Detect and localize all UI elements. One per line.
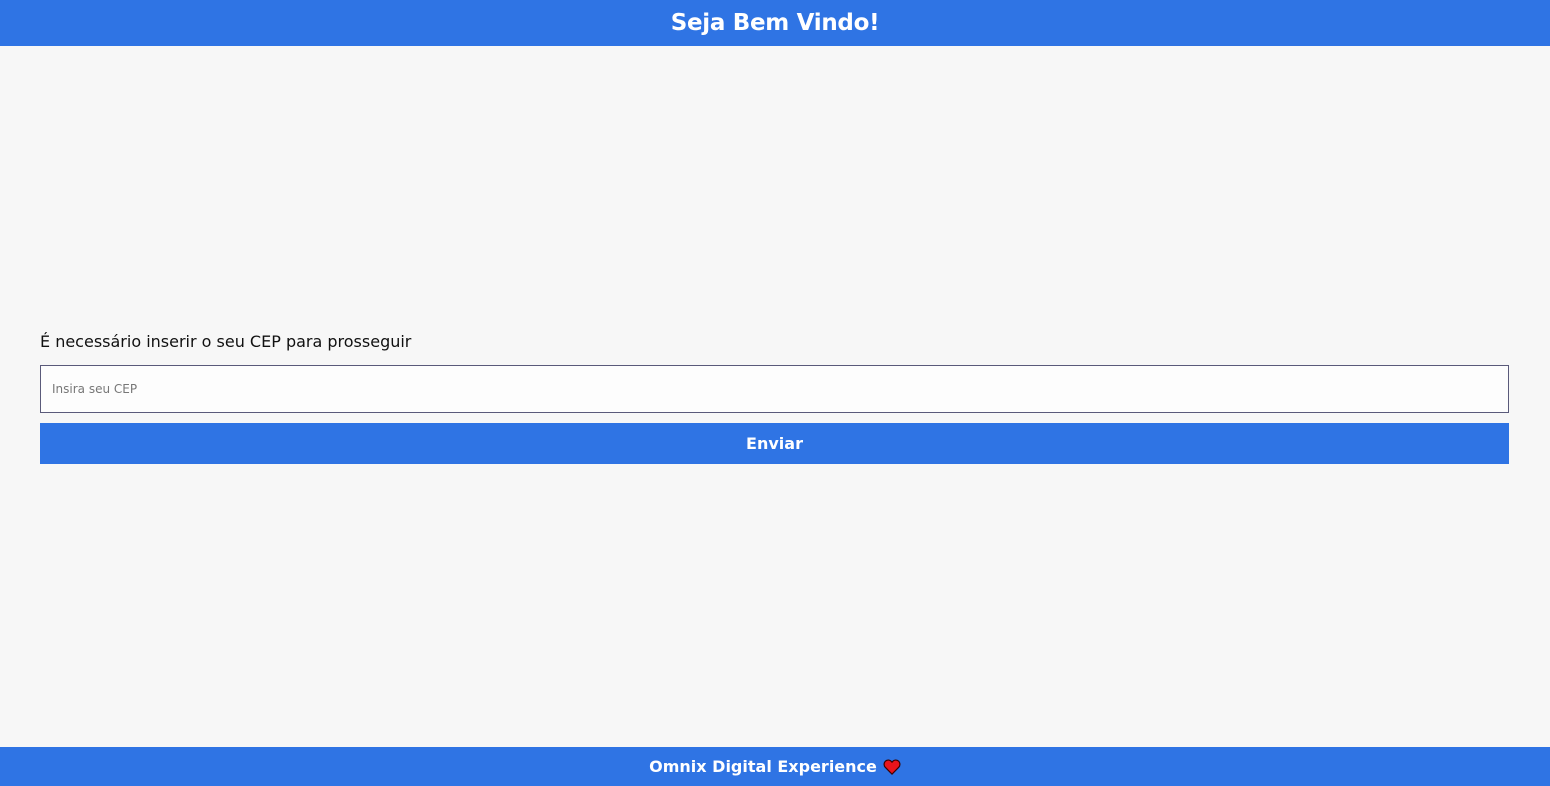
cep-prompt-label: É necessário inserir o seu CEP para pros… (40, 332, 412, 351)
cep-form: É necessário inserir o seu CEP para pros… (40, 330, 1509, 464)
cep-input[interactable] (40, 365, 1509, 413)
heart-icon (883, 758, 901, 776)
footer-bar: Omnix Digital Experience (0, 747, 1550, 786)
page-title: Seja Bem Vindo! (670, 10, 880, 36)
header-bar: Seja Bem Vindo! (0, 0, 1550, 46)
submit-button[interactable]: Enviar (40, 423, 1509, 464)
footer-text: Omnix Digital Experience (649, 757, 877, 776)
